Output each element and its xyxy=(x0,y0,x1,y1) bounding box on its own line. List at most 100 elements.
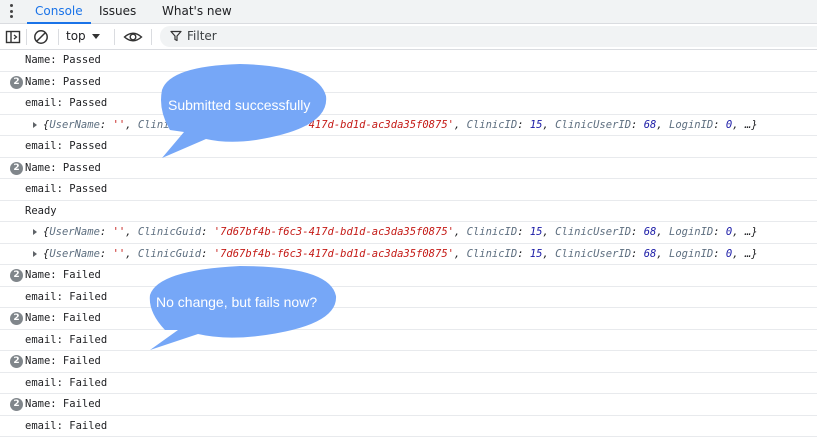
eye-icon[interactable] xyxy=(123,28,143,46)
more-options-icon[interactable] xyxy=(7,3,15,19)
object-comma: , xyxy=(542,226,556,238)
console-message-row[interactable]: {UserName: '', ClinicGuid: '7d67bf4b-f6c… xyxy=(0,222,817,244)
object-key: ClinicUserID xyxy=(555,247,632,260)
object-key: LoginID xyxy=(669,247,714,260)
object-key: ClinicGuid xyxy=(137,226,202,238)
console-toolbar: top Filter xyxy=(0,24,817,50)
console-message-text: Ready xyxy=(25,204,57,217)
console-message-text: email: Failed xyxy=(25,376,108,389)
object-colon: : xyxy=(201,118,214,131)
context-selector[interactable]: top xyxy=(66,24,100,49)
devtools-tab-bar: Console Issues What's new xyxy=(0,0,817,24)
sidebar-toggle-icon[interactable] xyxy=(4,28,22,46)
tab-whats-new[interactable]: What's new xyxy=(162,0,232,23)
object-key: UserName xyxy=(49,247,100,260)
object-more: …} xyxy=(744,226,758,238)
expand-arrow-icon[interactable] xyxy=(33,121,37,128)
object-comma: , xyxy=(656,247,669,260)
object-colon: : xyxy=(713,118,726,131)
expand-arrow-icon[interactable] xyxy=(33,250,37,257)
object-value: 68 xyxy=(643,226,657,238)
console-message-row: 2 Name: Passed xyxy=(0,72,817,93)
object-colon: : xyxy=(713,247,726,260)
object-comma: , xyxy=(453,118,467,131)
console-message-row: Ready xyxy=(0,201,817,222)
object-colon: : xyxy=(631,247,644,260)
object-preview[interactable]: {UserName: '', ClinicGuid: '7d67bf4b-f6c… xyxy=(43,115,758,135)
repeat-count-badge: 2 xyxy=(10,398,23,411)
console-message-row: email: Passed xyxy=(0,136,817,158)
console-log: Name: Passed 2 Name: Passed email: Passed {U… xyxy=(0,50,817,437)
object-comma: , xyxy=(542,247,556,260)
object-colon: : xyxy=(713,226,726,238)
repeat-count-badge: 2 xyxy=(10,355,23,368)
object-comma: , xyxy=(732,226,745,238)
console-message-row[interactable]: {UserName: '', ClinicGuid: '7d67bf4b-f6c… xyxy=(0,115,817,136)
filter-input[interactable]: Filter xyxy=(160,26,817,47)
object-comma: , xyxy=(732,118,745,131)
tab-console[interactable]: Console xyxy=(27,0,91,24)
console-message-row: email: Failed xyxy=(0,330,817,351)
repeat-count-badge: 2 xyxy=(10,161,23,175)
object-comma: , xyxy=(125,118,138,131)
object-colon: : xyxy=(517,118,530,131)
repeat-count-badge: 2 xyxy=(10,75,23,89)
console-message-text: Name: Passed xyxy=(25,161,101,174)
object-colon: : xyxy=(99,118,113,131)
object-key: ClinicID xyxy=(466,226,518,238)
object-key: UserName xyxy=(49,118,100,131)
object-key: ClinicID xyxy=(466,118,518,131)
object-comma: , xyxy=(453,247,467,260)
object-value: 68 xyxy=(643,247,657,260)
object-key: LoginID xyxy=(669,226,714,238)
object-preview[interactable]: {UserName: '', ClinicGuid: '7d67bf4b-f6c… xyxy=(43,244,758,264)
toolbar-divider xyxy=(114,29,115,45)
toolbar-divider xyxy=(26,29,27,45)
object-colon: : xyxy=(631,118,644,131)
repeat-count-badge: 2 xyxy=(10,269,23,282)
object-colon: : xyxy=(201,247,214,260)
context-label: top xyxy=(66,29,86,43)
console-message-row: email: Failed xyxy=(0,416,817,437)
object-colon: : xyxy=(99,247,113,260)
object-more: …} xyxy=(744,247,758,260)
object-preview[interactable]: {UserName: '', ClinicGuid: '7d67bf4b-f6c… xyxy=(43,222,758,242)
callout-submitted-text: Submitted successfully xyxy=(168,97,311,113)
object-comma: , xyxy=(732,247,745,260)
object-key: ClinicUserID xyxy=(555,118,632,131)
console-message-row: 2 Name: Failed xyxy=(0,351,817,373)
console-message-row: 2 Name: Failed xyxy=(0,394,817,416)
object-comma: , xyxy=(453,226,467,238)
object-colon: : xyxy=(517,247,530,260)
object-value: 68 xyxy=(643,118,657,131)
object-key: ClinicGuid xyxy=(137,247,202,260)
object-key: LoginID xyxy=(669,118,714,131)
console-message-row: Name: Passed xyxy=(0,50,817,72)
object-value: '' xyxy=(112,118,126,131)
console-message-text: email: Failed xyxy=(25,290,108,303)
console-message-row[interactable]: {UserName: '', ClinicGuid: '7d67bf4b-f6c… xyxy=(0,244,817,265)
console-message-row: email: Passed xyxy=(0,93,817,115)
object-value: '' xyxy=(112,226,126,238)
object-value: 15 xyxy=(529,118,543,131)
object-colon: : xyxy=(517,226,530,238)
object-value: '7d67bf4b-f6c3-417d-bd1d-ac3da35f0875' xyxy=(213,247,454,260)
toolbar-divider xyxy=(58,29,59,45)
expand-arrow-icon[interactable] xyxy=(33,229,37,235)
tab-issues[interactable]: Issues xyxy=(99,0,136,23)
object-comma: , xyxy=(125,226,138,238)
clear-console-icon[interactable] xyxy=(32,28,50,46)
object-key: ClinicUserID xyxy=(555,226,632,238)
toolbar-divider xyxy=(151,29,152,45)
object-key: UserName xyxy=(49,226,100,238)
object-value: 15 xyxy=(529,226,543,238)
console-message-row: 2 Name: Passed xyxy=(0,158,817,179)
repeat-count-badge: 2 xyxy=(10,312,23,325)
console-message-row: email: Failed xyxy=(0,287,817,308)
object-comma: , xyxy=(656,226,669,238)
console-message-row: email: Failed xyxy=(0,373,817,394)
object-comma: , xyxy=(125,247,138,260)
object-colon: : xyxy=(99,226,113,238)
console-message-text: email: Passed xyxy=(25,97,108,109)
callout-fails-text: No change, but fails now? xyxy=(156,294,318,310)
